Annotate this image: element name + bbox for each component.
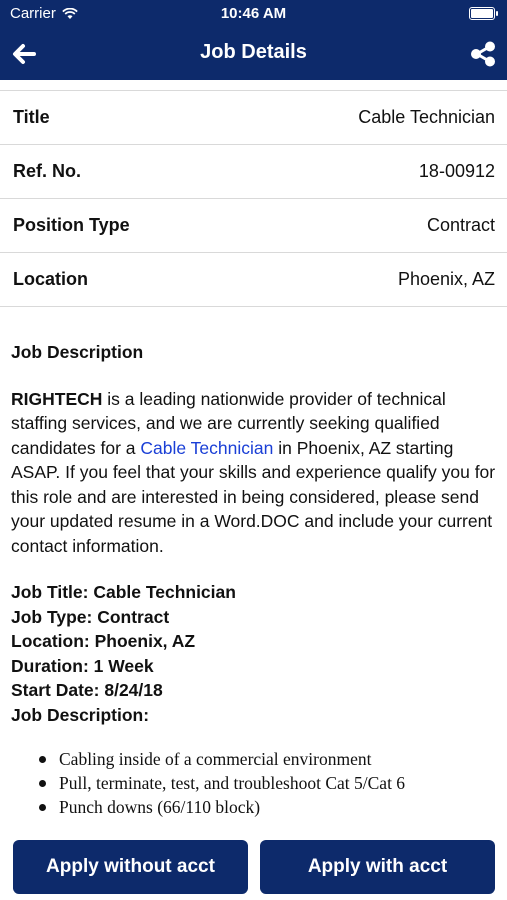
detail-label: Location: [13, 269, 88, 289]
list-item: Cabling inside of a commercial environme…: [37, 747, 499, 771]
detail-row-ref-no: Ref. No. 18-00912: [0, 145, 507, 199]
detail-row-position-type: Position Type Contract: [0, 199, 507, 253]
detail-value: Phoenix, AZ: [397, 269, 495, 289]
page-title: Job Details: [200, 41, 307, 63]
detail-value: 18-00912: [418, 161, 495, 181]
fact-start-date: Start Date: 8/24/18: [11, 680, 163, 700]
detail-value: Cable Technician: [358, 107, 495, 127]
detail-value: Contract: [426, 215, 495, 235]
company-name: RIGHTECH: [11, 388, 103, 409]
fact-job-description: Job Description:: [11, 704, 150, 725]
detail-row-title: Title Cable Technician: [0, 91, 507, 145]
detail-label: Position Type: [13, 215, 130, 235]
nav-bar: Job Details: [0, 28, 507, 80]
fact-location: Location: Phoenix, AZ: [11, 631, 196, 651]
share-icon[interactable]: [467, 38, 499, 70]
fact-duration: Duration: 1 Week: [11, 655, 154, 676]
status-bar: Carrier 10:46 AM: [0, 0, 507, 28]
action-bar: Apply without acct Apply with acct: [0, 832, 507, 900]
status-time: 10:46 AM: [220, 5, 287, 22]
battery-icon: [469, 7, 498, 20]
list-item: Pull, terminate, test, and troubleshoot …: [37, 771, 499, 795]
detail-row-location: Location Phoenix, AZ: [0, 253, 507, 307]
job-facts: Job Title: Cable Technician Job Type: Co…: [11, 580, 499, 727]
apply-without-account-button[interactable]: Apply without acct: [13, 840, 248, 894]
description-paragraph: RIGHTECH is a leading nationwide provide…: [11, 387, 499, 559]
detail-label: Ref. No.: [13, 161, 82, 181]
apply-with-account-button[interactable]: Apply with acct: [260, 840, 495, 894]
duties-list: Cabling inside of a commercial environme…: [11, 747, 499, 819]
job-description-section[interactable]: Job Description RIGHTECH is a leading na…: [11, 340, 499, 832]
fact-job-type: Job Type: Contract: [11, 606, 170, 627]
list-item: Punch downs (66/110 block): [37, 795, 499, 819]
job-details-table: Title Cable Technician Ref. No. 18-00912…: [0, 90, 507, 307]
job-title-link[interactable]: Cable Technician: [140, 438, 273, 458]
fact-job-title: Job Title: Cable Technician: [11, 582, 236, 602]
detail-label: Title: [13, 107, 50, 127]
description-heading: Job Description: [11, 342, 144, 362]
